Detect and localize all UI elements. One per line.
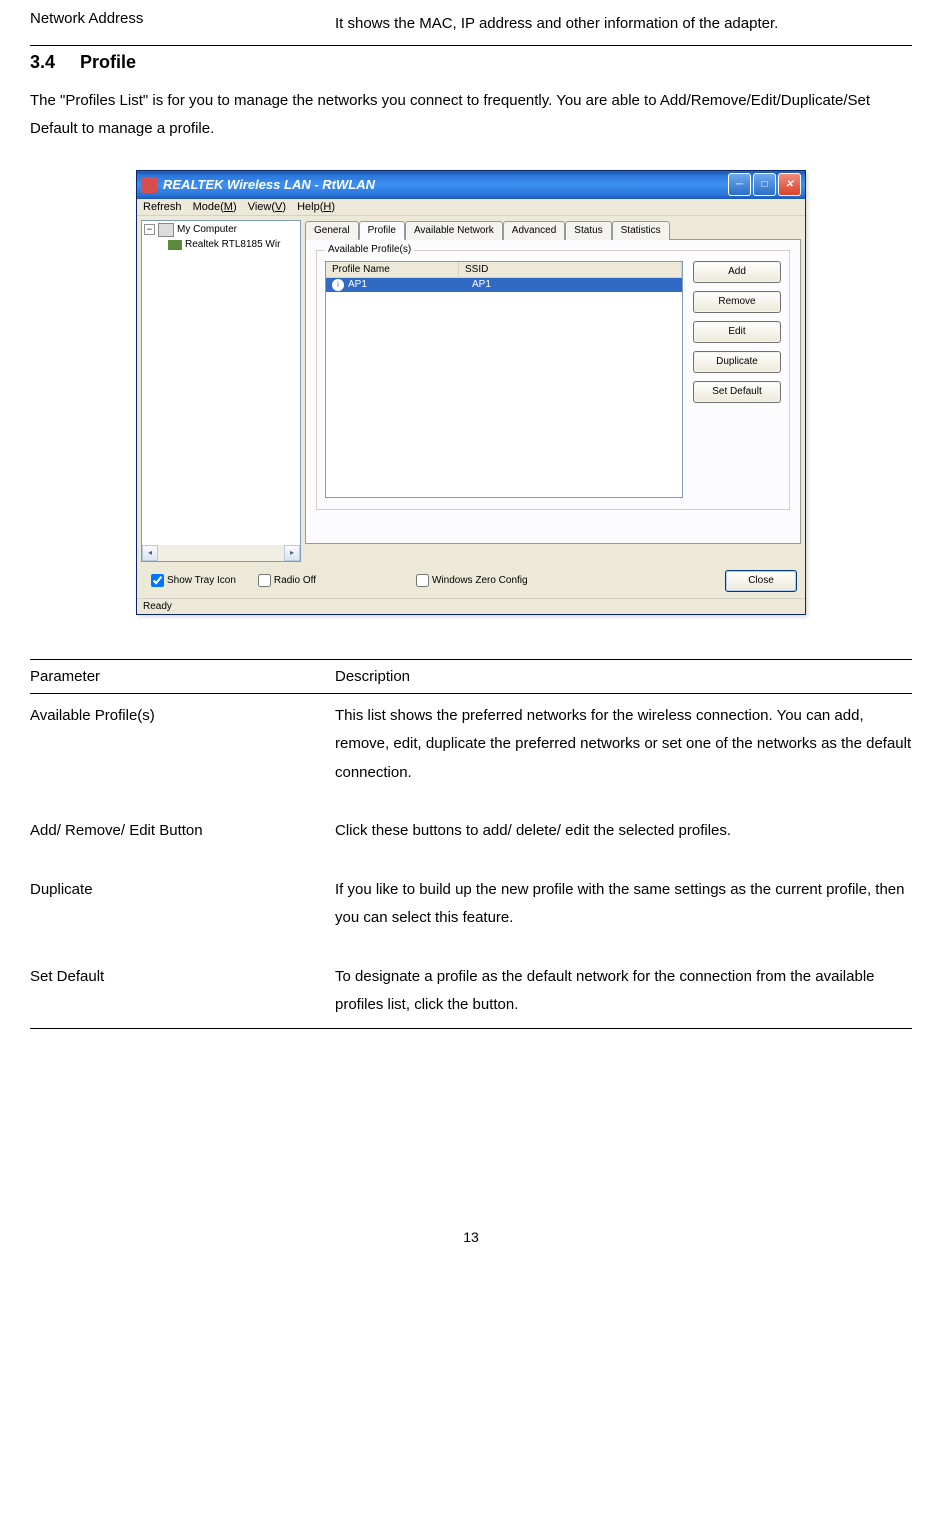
- tree-horizontal-scrollbar[interactable]: ◂ ▸: [142, 545, 300, 561]
- param-cell: Available Profile(s): [30, 693, 335, 809]
- close-window-button[interactable]: ✕: [778, 173, 801, 196]
- tab-panel-profile: Available Profile(s) Profile Name SSID i: [305, 239, 801, 544]
- tree-label-my-computer: My Computer: [177, 223, 237, 237]
- tabs-strip: General Profile Available Network Advanc…: [305, 220, 801, 239]
- scroll-track[interactable]: [158, 545, 284, 561]
- profile-icon: i: [332, 279, 344, 291]
- tab-status[interactable]: Status: [565, 221, 611, 240]
- desc-cell: This list shows the preferred networks f…: [335, 693, 912, 809]
- profile-button-stack: Add Remove Edit Duplicate Set Default: [693, 261, 781, 498]
- show-tray-icon-checkbox[interactable]: [151, 574, 164, 587]
- profile-list-header: Profile Name SSID: [326, 262, 682, 278]
- desc-cell: If you like to build up the new profile …: [335, 868, 912, 955]
- profile-row-name-cell: i AP1: [326, 278, 466, 292]
- edit-button[interactable]: Edit: [693, 321, 781, 343]
- profile-row-ssid-cell: AP1: [466, 278, 682, 292]
- windows-zero-config-checkbox[interactable]: [416, 574, 429, 587]
- section-number: 3.4: [30, 52, 80, 73]
- profile-list[interactable]: Profile Name SSID i AP1 AP1: [325, 261, 683, 498]
- computer-icon: [158, 223, 174, 237]
- set-default-button[interactable]: Set Default: [693, 381, 781, 403]
- menu-view[interactable]: View(V): [248, 201, 286, 213]
- screenshot-container: REALTEK Wireless LAN - RtWLAN ─ □ ✕ Refr…: [30, 170, 912, 615]
- table-header-description: Description: [335, 659, 912, 693]
- table-row: Add/ Remove/ Edit Button Click these but…: [30, 809, 912, 868]
- window-control-buttons: ─ □ ✕: [728, 173, 801, 196]
- col-profile-name[interactable]: Profile Name: [326, 262, 459, 277]
- top-param-desc: It shows the MAC, IP address and other i…: [335, 10, 912, 39]
- top-table-row: Network Address It shows the MAC, IP add…: [30, 10, 912, 46]
- radio-off-checkbox[interactable]: [258, 574, 271, 587]
- remove-button[interactable]: Remove: [693, 291, 781, 313]
- duplicate-button[interactable]: Duplicate: [693, 351, 781, 373]
- param-cell: Duplicate: [30, 868, 335, 955]
- table-row: Available Profile(s) This list shows the…: [30, 693, 912, 809]
- col-ssid[interactable]: SSID: [459, 262, 682, 277]
- minimize-button[interactable]: ─: [728, 173, 751, 196]
- tree-label-adapter: Realtek RTL8185 Wir: [185, 238, 280, 252]
- device-tree[interactable]: − My Computer Realtek RTL8185 Wir ◂ ▸: [141, 220, 301, 562]
- windows-zero-config-label: Windows Zero Config: [432, 575, 528, 586]
- menu-mode[interactable]: Mode(M): [193, 201, 237, 213]
- tab-available-network[interactable]: Available Network: [405, 221, 503, 240]
- tab-statistics[interactable]: Statistics: [612, 221, 670, 240]
- intro-paragraph: The "Profiles List" is for you to manage…: [30, 87, 912, 144]
- tab-general[interactable]: General: [305, 221, 359, 240]
- param-cell: Add/ Remove/ Edit Button: [30, 809, 335, 868]
- menubar: Refresh Mode(M) View(V) Help(H): [137, 199, 805, 216]
- scroll-right-icon[interactable]: ▸: [284, 545, 300, 561]
- show-tray-icon-label: Show Tray Icon: [167, 575, 236, 586]
- statusbar: Ready: [137, 598, 805, 614]
- status-text: Ready: [143, 601, 172, 612]
- available-profiles-groupbox: Available Profile(s) Profile Name SSID i: [316, 250, 790, 510]
- network-card-icon: [168, 240, 182, 250]
- tab-profile[interactable]: Profile: [359, 221, 405, 240]
- groupbox-inner: Profile Name SSID i AP1 AP1: [325, 261, 781, 498]
- tree-node-my-computer[interactable]: − My Computer: [144, 223, 298, 237]
- groupbox-label: Available Profile(s): [325, 244, 414, 255]
- tree-content: − My Computer Realtek RTL8185 Wir: [142, 221, 300, 254]
- app-window: REALTEK Wireless LAN - RtWLAN ─ □ ✕ Refr…: [136, 170, 806, 615]
- desc-cell: Click these buttons to add/ delete/ edit…: [335, 809, 912, 868]
- scroll-left-icon[interactable]: ◂: [142, 545, 158, 561]
- titlebar[interactable]: REALTEK Wireless LAN - RtWLAN ─ □ ✕: [137, 171, 805, 199]
- tree-collapse-icon[interactable]: −: [144, 224, 155, 235]
- table-row: Duplicate If you like to build up the ne…: [30, 868, 912, 955]
- close-button[interactable]: Close: [725, 570, 797, 592]
- param-cell: Set Default: [30, 955, 335, 1029]
- menu-help[interactable]: Help(H): [297, 201, 335, 213]
- table-header-parameter: Parameter: [30, 659, 335, 693]
- maximize-button[interactable]: □: [753, 173, 776, 196]
- section-title: Profile: [80, 52, 136, 72]
- window-body: − My Computer Realtek RTL8185 Wir ◂ ▸: [137, 216, 805, 566]
- profile-row-selected[interactable]: i AP1 AP1: [326, 278, 682, 292]
- add-button[interactable]: Add: [693, 261, 781, 283]
- tab-advanced[interactable]: Advanced: [503, 221, 565, 240]
- parameter-table: Parameter Description Available Profile(…: [30, 659, 912, 1029]
- section-heading: 3.4Profile: [30, 52, 912, 73]
- window-title: REALTEK Wireless LAN - RtWLAN: [163, 177, 728, 192]
- table-row: Set Default To designate a profile as th…: [30, 955, 912, 1029]
- top-param-label: Network Address: [30, 10, 335, 39]
- profile-name-text: AP1: [348, 279, 367, 290]
- radio-off-label: Radio Off: [274, 575, 316, 586]
- tabs-area: General Profile Available Network Advanc…: [305, 220, 801, 562]
- page-number: 13: [30, 1229, 912, 1245]
- desc-cell: To designate a profile as the default ne…: [335, 955, 912, 1029]
- tree-node-adapter[interactable]: Realtek RTL8185 Wir: [168, 238, 298, 252]
- bottom-options-row: Show Tray Icon Radio Off Windows Zero Co…: [137, 566, 805, 598]
- app-icon: [141, 177, 157, 193]
- menu-refresh[interactable]: Refresh: [143, 201, 182, 213]
